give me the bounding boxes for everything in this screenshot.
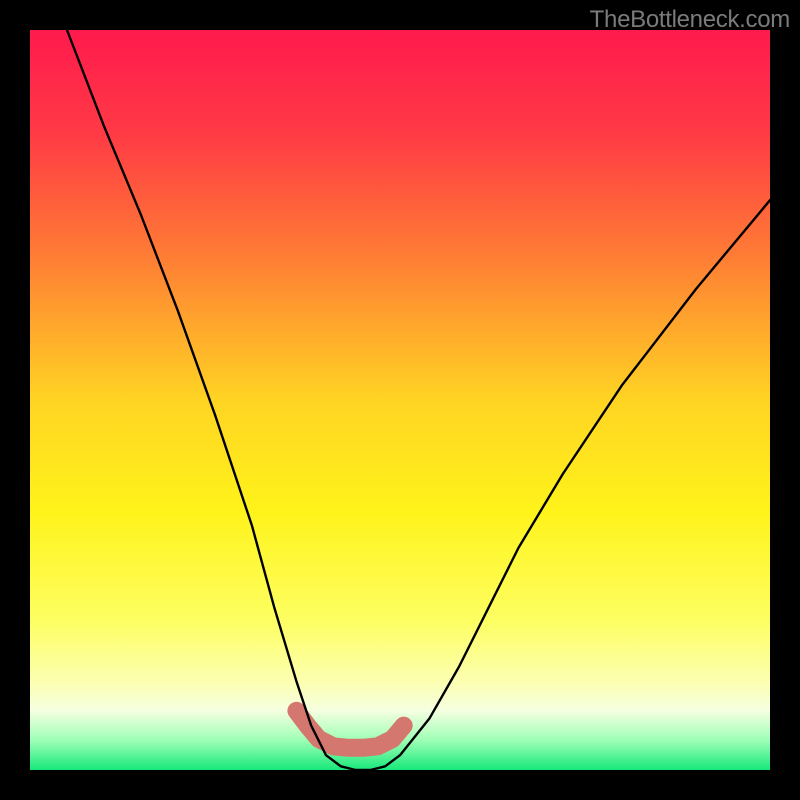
chart-svg — [30, 30, 770, 770]
bottleneck-curve — [67, 30, 770, 770]
plot-area — [30, 30, 770, 770]
watermark-text: TheBottleneck.com — [590, 6, 790, 34]
chart-frame: TheBottleneck.com — [0, 0, 800, 800]
